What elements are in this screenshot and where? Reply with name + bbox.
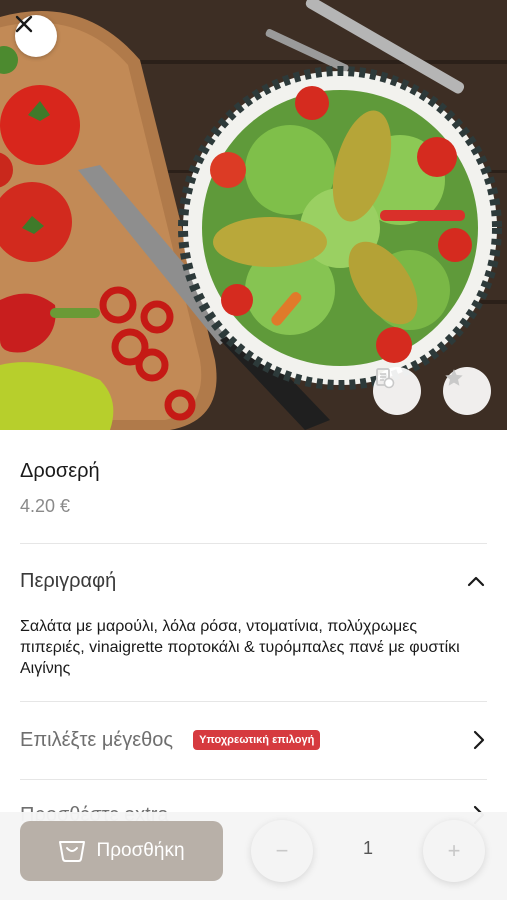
size-selector[interactable]: Επιλέξτε μέγεθος Υποχρεωτική επιλογή xyxy=(20,725,487,755)
bottom-bar: Προσθήκη − 1 + xyxy=(0,812,507,900)
star-icon xyxy=(445,369,463,386)
close-button[interactable] xyxy=(15,15,57,57)
size-label: Επιλέξτε μέγεθος xyxy=(20,728,174,751)
divider xyxy=(20,779,487,780)
basket-icon xyxy=(59,841,86,862)
description-text: Σαλάτα με μαρούλι, λόλα ρόσα, ντοματίνια… xyxy=(20,618,460,677)
chevron-up-icon xyxy=(467,576,485,587)
note-icon xyxy=(376,368,395,389)
add-to-cart-label: Προσθήκη xyxy=(96,840,185,861)
quantity-value: 1 xyxy=(362,838,373,858)
product-price: 4.20 € xyxy=(20,496,71,516)
divider xyxy=(20,701,487,702)
increase-quantity-button[interactable]: + xyxy=(423,820,485,882)
favorite-button[interactable] xyxy=(443,367,491,415)
product-image xyxy=(0,0,507,430)
description-label: Περιγραφή xyxy=(20,569,117,592)
description-header[interactable]: Περιγραφή xyxy=(20,566,487,596)
product-name: Δροσερή xyxy=(20,460,100,482)
divider xyxy=(20,543,487,544)
minus-icon: − xyxy=(275,838,289,863)
required-badge: Υποχρεωτική επιλογή xyxy=(193,730,321,750)
chevron-right-icon xyxy=(473,730,485,750)
decrease-quantity-button[interactable]: − xyxy=(251,820,313,882)
close-icon xyxy=(15,15,33,33)
menu-note-button[interactable] xyxy=(373,367,421,415)
add-to-cart-button[interactable]: Προσθήκη xyxy=(20,821,223,881)
plus-icon: + xyxy=(447,838,461,863)
salad-photo xyxy=(0,0,507,430)
